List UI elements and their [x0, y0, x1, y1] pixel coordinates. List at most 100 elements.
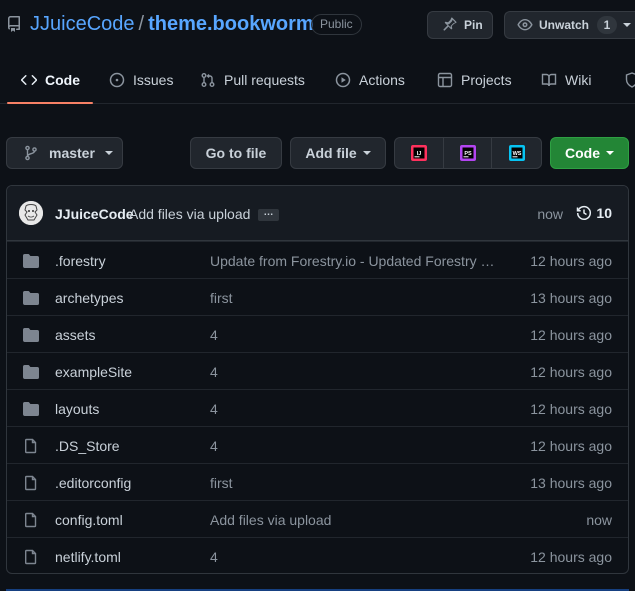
- file-name-link[interactable]: archetypes: [55, 290, 123, 306]
- folder-icon: [23, 364, 39, 380]
- table-icon: [437, 72, 461, 88]
- unwatch-button[interactable]: Unwatch 1: [504, 11, 635, 39]
- file-commit-message-link[interactable]: Add files via upload: [210, 512, 495, 528]
- open-in-webstorm-button[interactable]: WS: [492, 138, 541, 168]
- issue-opened-icon: [109, 72, 133, 88]
- file-name-link[interactable]: layouts: [55, 401, 99, 417]
- open-in-phpstorm-button[interactable]: PS: [444, 138, 493, 168]
- tab-label: Pull requests: [224, 72, 305, 88]
- tab-label: Wiki: [565, 72, 592, 88]
- file-commit-message-link[interactable]: first: [210, 290, 495, 306]
- tab-pull-requests[interactable]: Pull requests: [200, 56, 305, 104]
- go-to-file-button[interactable]: Go to file: [190, 137, 282, 169]
- file-commit-age: 12 hours ago: [530, 438, 612, 454]
- tab-label: Projects: [461, 72, 512, 88]
- tab-actions[interactable]: Actions: [335, 56, 405, 104]
- pin-button[interactable]: Pin: [427, 11, 493, 39]
- file-row[interactable]: .DS_Store 4 12 hours ago: [7, 426, 628, 463]
- commit-time: now: [537, 206, 563, 222]
- commit-message-link[interactable]: Add files via upload: [129, 206, 250, 222]
- file-commit-message-link[interactable]: 4: [210, 364, 495, 380]
- webstorm-icon: WS: [508, 145, 525, 161]
- file-commit-message-link[interactable]: Update from Forestry.io - Updated Forest…: [210, 253, 495, 269]
- file-list: JJuiceCode Add files via upload … now 10…: [6, 185, 629, 574]
- file-commit-age: 12 hours ago: [530, 364, 612, 380]
- visibility-badge: Public: [311, 14, 362, 35]
- tab-label: Issues: [133, 72, 174, 88]
- chevron-down-icon: [606, 151, 614, 155]
- repo-path-separator: /: [138, 13, 145, 35]
- file-icon: [23, 438, 39, 454]
- ide-ps-label: PS: [464, 151, 472, 157]
- phpstorm-icon: PS: [459, 145, 476, 161]
- code-button[interactable]: Code: [550, 137, 629, 169]
- repo-icon: [6, 16, 22, 32]
- folder-icon: [23, 290, 39, 306]
- repo-name-link[interactable]: theme.bookworm: [148, 13, 314, 35]
- file-name-link[interactable]: config.toml: [55, 512, 123, 528]
- ide-ij-label: IJ: [417, 151, 422, 157]
- ide-button-group: IJ PS WS: [394, 137, 542, 169]
- file-commit-age: 12 hours ago: [530, 549, 612, 565]
- file-commit-message-link[interactable]: 4: [210, 438, 495, 454]
- unwatch-label: Unwatch: [539, 18, 590, 32]
- file-row[interactable]: netlify.toml 4 12 hours ago: [7, 537, 628, 573]
- file-commit-message-link[interactable]: 4: [210, 401, 495, 417]
- file-name-link[interactable]: exampleSite: [55, 364, 132, 380]
- file-name-link[interactable]: .forestry: [55, 253, 106, 269]
- chevron-down-icon: [104, 151, 113, 155]
- file-commit-age: 13 hours ago: [530, 290, 612, 306]
- file-row[interactable]: .forestry Update from Forestry.io - Updat…: [7, 241, 628, 278]
- file-icon: [23, 549, 39, 565]
- avatar[interactable]: [19, 201, 43, 225]
- file-commit-age: 12 hours ago: [530, 253, 612, 269]
- file-commit-message-link[interactable]: first: [210, 475, 495, 491]
- book-icon: [541, 72, 565, 88]
- file-row[interactable]: archetypes first 13 hours ago: [7, 278, 628, 315]
- play-icon: [335, 72, 359, 88]
- file-name-link[interactable]: netlify.toml: [55, 549, 121, 565]
- file-row[interactable]: exampleSite 4 12 hours ago: [7, 352, 628, 389]
- tab-label: Code: [45, 72, 80, 88]
- git-pull-request-icon: [200, 72, 224, 88]
- repo-nav-tabs: Code Issues Pull requests Actions Projec…: [0, 56, 635, 104]
- folder-icon: [23, 401, 39, 417]
- file-name-link[interactable]: assets: [55, 327, 95, 343]
- ide-ws-label: WS: [512, 151, 521, 157]
- file-icon: [23, 512, 39, 528]
- open-in-intellij-button[interactable]: IJ: [395, 138, 444, 168]
- tab-security-partial[interactable]: [624, 56, 635, 104]
- code-button-label: Code: [565, 145, 600, 161]
- commit-history-link[interactable]: 10: [576, 205, 612, 221]
- branch-select-button[interactable]: master: [6, 137, 123, 169]
- file-icon: [23, 475, 39, 491]
- file-name-link[interactable]: .editorconfig: [55, 475, 131, 491]
- file-row[interactable]: layouts 4 12 hours ago: [7, 389, 628, 426]
- tab-wiki[interactable]: Wiki: [541, 56, 591, 104]
- intellij-idea-icon: IJ: [410, 145, 427, 161]
- pin-icon: [442, 17, 464, 33]
- file-commit-message-link[interactable]: 4: [210, 549, 495, 565]
- file-row[interactable]: .editorconfig first 13 hours ago: [7, 463, 628, 500]
- file-row[interactable]: config.toml Add files via upload now: [7, 500, 628, 537]
- file-row[interactable]: assets 4 12 hours ago: [7, 315, 628, 352]
- repo-header: JJuiceCode / theme.bookworm Public Pin Unw…: [0, 0, 635, 50]
- shield-icon: [624, 72, 635, 88]
- tab-projects[interactable]: Projects: [437, 56, 512, 104]
- file-name-link[interactable]: .DS_Store: [55, 438, 120, 454]
- folder-icon: [23, 253, 39, 269]
- repo-owner-link[interactable]: JJuiceCode: [30, 13, 135, 35]
- repo-path: JJuiceCode / theme.bookworm: [30, 11, 314, 37]
- file-commit-age: now: [586, 512, 612, 528]
- commit-count: 10: [596, 205, 612, 221]
- latest-commit-bar: JJuiceCode Add files via upload … now 10: [7, 186, 628, 241]
- code-icon: [21, 72, 45, 88]
- tab-issues[interactable]: Issues: [109, 56, 173, 104]
- git-branch-icon: [23, 145, 49, 161]
- commit-details-toggle[interactable]: …: [258, 208, 279, 221]
- tab-code[interactable]: Code: [21, 56, 80, 104]
- commit-author-link[interactable]: JJuiceCode: [55, 206, 134, 222]
- add-file-button[interactable]: Add file: [290, 137, 386, 169]
- file-commit-message-link[interactable]: 4: [210, 327, 495, 343]
- add-file-label: Add file: [305, 145, 357, 161]
